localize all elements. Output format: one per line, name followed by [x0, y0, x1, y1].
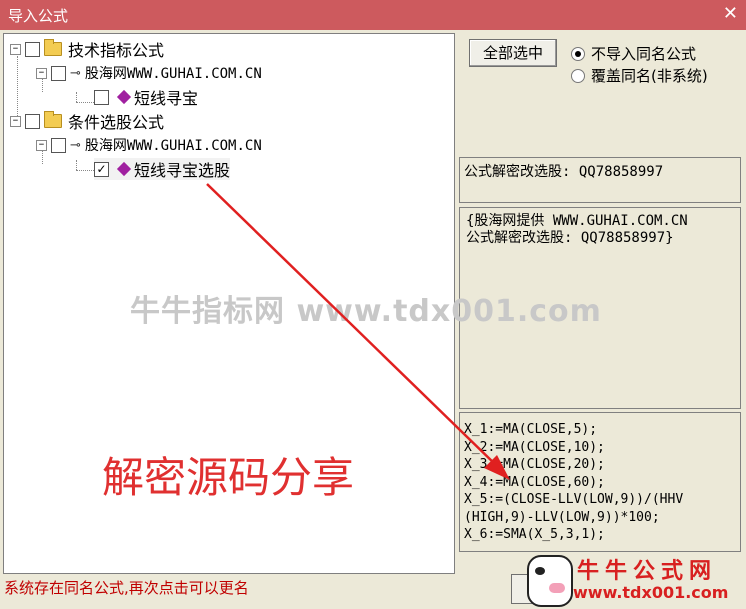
tree-checkbox[interactable] — [94, 89, 109, 105]
code-line: (HIGH,9)-LLV(LOW,9))*100; — [464, 509, 660, 525]
code-line: X_2:=MA(CLOSE,10); — [464, 439, 605, 455]
formula-code-panel[interactable]: X_1:=MA(CLOSE,5); X_2:=MA(CLOSE,10); X_3… — [459, 412, 741, 552]
tree-node-duanxian-select[interactable]: ✓ 短线寻宝选股 — [94, 158, 231, 180]
collapse-icon[interactable]: − — [36, 139, 47, 151]
formula-name: 公式解密改选股: QQ78858997 — [464, 164, 664, 180]
tree-checkbox[interactable] — [51, 65, 66, 81]
code-line: X_5:=(CLOSE-LLV(LOW,9))/(HHV — [464, 492, 684, 507]
radio-label: 不导入同名公式 — [591, 45, 697, 63]
folder-icon — [44, 111, 62, 128]
logo-name: 牛牛公式网 — [577, 559, 718, 584]
tree-node-guhai-1[interactable]: − ⊸ 股海网WWW.GUHAI.COM.CN — [36, 62, 262, 84]
cow-logo-icon — [527, 555, 573, 607]
window-title: 导入公式 — [8, 7, 69, 25]
tree-node-label: 股海网WWW.GUHAI.COM.CN — [84, 138, 262, 154]
close-icon[interactable]: ✕ — [723, 3, 738, 24]
tree-node-label: 条件选股公式 — [68, 113, 165, 132]
description-line: 公式解密改选股: QQ78858997} — [466, 230, 674, 246]
folder-icon — [44, 39, 62, 56]
watermark-text: 牛牛指标网 www.tdx001.com — [130, 294, 602, 329]
code-line: X_4:=MA(CLOSE,60); — [464, 474, 605, 490]
radio-skip-duplicates[interactable]: 不导入同名公式 — [571, 43, 696, 64]
status-message: 系统存在同名公式,再次点击可以更名 — [4, 579, 249, 597]
tree-node-label: 短线寻宝选股 — [134, 161, 231, 180]
key-icon: ⊸ — [70, 65, 81, 81]
radio-label: 覆盖同名(非系统) — [591, 67, 708, 85]
radio-overwrite[interactable]: 覆盖同名(非系统) — [571, 65, 708, 86]
formula-icon — [116, 161, 132, 177]
radio-icon-selected[interactable] — [571, 46, 585, 61]
tree-node-label: 短线寻宝 — [134, 89, 199, 108]
logo-url: www.tdx001.com — [573, 583, 729, 602]
title-bar: 导入公式 ✕ — [0, 0, 746, 30]
tree-node-label: 技术指标公式 — [68, 41, 165, 60]
radio-icon[interactable] — [571, 68, 585, 83]
collapse-icon[interactable]: − — [36, 67, 47, 79]
tree-checkbox[interactable] — [51, 137, 66, 153]
site-logo: 牛牛公式网 www.tdx001.com — [527, 553, 739, 607]
tree-checkbox[interactable] — [25, 113, 40, 129]
key-icon: ⊸ — [70, 137, 81, 153]
annotation-text: 解密源码分享 — [102, 453, 355, 502]
collapse-icon[interactable]: − — [10, 43, 21, 55]
description-line: {股海网提供 WWW.GUHAI.COM.CN — [466, 213, 688, 229]
tree-checkbox[interactable] — [25, 41, 40, 57]
code-line: X_3:=MA(CLOSE,20); — [464, 457, 605, 472]
collapse-icon[interactable]: − — [10, 115, 21, 127]
select-all-button[interactable]: 全部选中 — [469, 39, 557, 67]
formula-name-panel: 公式解密改选股: QQ78858997 — [459, 157, 741, 203]
code-line: X_1:=MA(CLOSE,5); — [464, 422, 598, 437]
tree-node-duanxian[interactable]: 短线寻宝 — [94, 86, 198, 108]
tree-node-tech-indicators[interactable]: − 技术指标公式 — [10, 38, 164, 60]
tree-node-condition-select[interactable]: − 条件选股公式 — [10, 110, 164, 132]
tree-checkbox-checked[interactable]: ✓ — [94, 161, 109, 177]
code-line: X_6:=SMA(X_5,3,1); — [464, 527, 605, 542]
tree-node-label: 股海网WWW.GUHAI.COM.CN — [84, 66, 262, 82]
tree-node-guhai-2[interactable]: − ⊸ 股海网WWW.GUHAI.COM.CN — [36, 134, 262, 156]
formula-icon — [116, 89, 132, 105]
